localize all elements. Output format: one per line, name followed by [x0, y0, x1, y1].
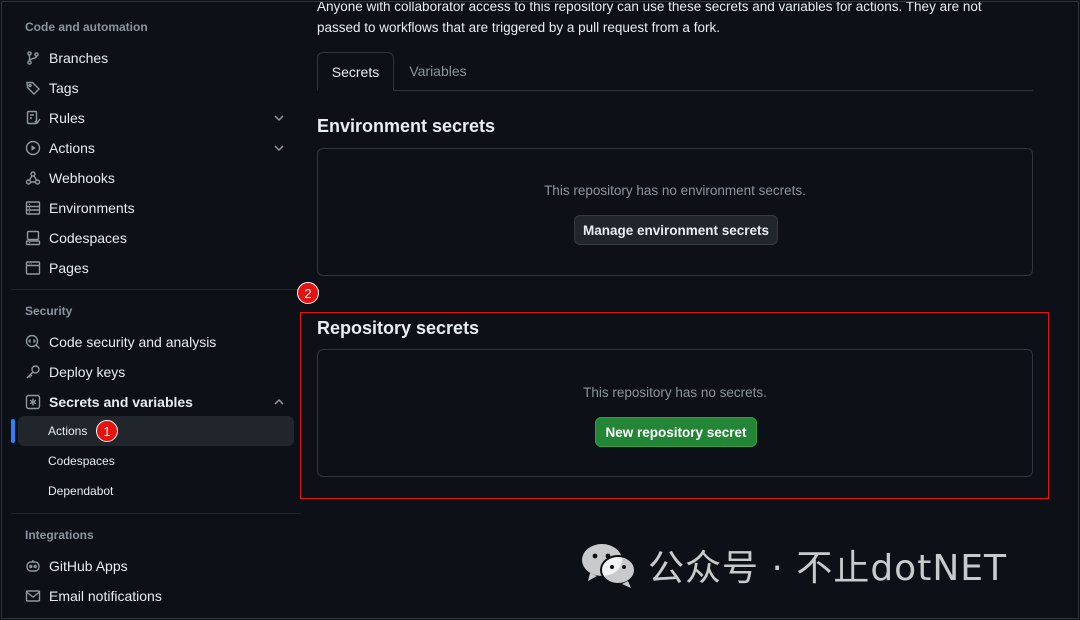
sidebar-item-email-notifications[interactable]: Email notifications — [18, 581, 294, 611]
app-window: Code and automation Branches Tags Rules — [1, 1, 1079, 619]
sidebar-item-label: Rules — [49, 110, 85, 126]
sidebar-subitem-label: Codespaces — [48, 454, 115, 468]
sidebar-item-pages[interactable]: Pages — [18, 253, 294, 283]
webhook-icon — [25, 170, 41, 186]
sidebar-item-code-security[interactable]: Code security and analysis — [18, 327, 294, 357]
active-indicator — [11, 419, 15, 443]
sidebar-item-label: Environments — [49, 200, 135, 216]
sidebar-subitem-actions[interactable]: Actions — [18, 416, 294, 446]
environment-secrets-empty-message: This repository has no environment secre… — [544, 183, 806, 198]
sidebar-subitem-dependabot[interactable]: Dependabot — [18, 476, 294, 506]
wechat-icon — [582, 544, 636, 588]
secrets-tabs: Secrets Variables — [317, 52, 1033, 91]
environment-secrets-box: This repository has no environment secre… — [317, 148, 1033, 276]
section-title-security: Security — [25, 304, 73, 318]
environment-secrets-title: Environment secrets — [317, 116, 496, 136]
sidebar-item-label: Webhooks — [49, 170, 115, 186]
watermark-text: 公众号 · 不止dotNET — [648, 548, 1007, 589]
sidebar-subitem-codespaces[interactable]: Codespaces — [18, 446, 294, 476]
sidebar-item-environments[interactable]: Environments — [18, 193, 294, 223]
chevron-down-icon[interactable] — [272, 111, 286, 125]
new-repository-secret-button[interactable]: New repository secret — [595, 417, 757, 447]
sidebar-subitem-label: Dependabot — [48, 484, 114, 498]
tab-secrets[interactable]: Secrets — [317, 52, 394, 91]
manage-environment-secrets-button[interactable]: Manage environment secrets — [574, 215, 778, 245]
intro-line-2: passed to workflows that are triggered b… — [317, 20, 720, 35]
repository-secrets-title: Repository secrets — [317, 318, 480, 338]
repository-secrets-empty-message: This repository has no secrets. — [583, 385, 767, 400]
codespaces-icon — [25, 230, 41, 246]
sidebar-item-deploy-keys[interactable]: Deploy keys — [18, 357, 294, 387]
sidebar-item-label: Email notifications — [49, 588, 162, 604]
sidebar-item-label: Actions — [49, 140, 95, 156]
rules-icon — [25, 110, 41, 126]
annotation-badge-2: 2 — [297, 282, 319, 304]
section-title-integrations: Integrations — [25, 528, 94, 542]
chevron-up-icon[interactable] — [272, 395, 286, 409]
sidebar-item-label: Codespaces — [49, 230, 127, 246]
browser-icon — [25, 260, 41, 276]
sidebar-item-label: Tags — [49, 80, 79, 96]
sidebar-item-github-apps[interactable]: GitHub Apps — [18, 551, 294, 581]
intro-text: Anyone with collaborator access to this … — [317, 1, 1037, 38]
server-icon — [25, 200, 41, 216]
asterisk-box-icon — [25, 394, 41, 410]
codescan-icon — [25, 334, 41, 350]
sidebar-subitem-label: Actions — [48, 424, 88, 438]
sidebar-item-secrets-variables[interactable]: Secrets and variables — [18, 387, 294, 417]
sidebar-divider — [11, 513, 301, 514]
section-title-code-automation: Code and automation — [25, 20, 148, 34]
mail-icon — [25, 588, 41, 604]
watermark: 公众号 · 不止dotNET — [580, 532, 1007, 598]
sidebar-item-label: Deploy keys — [49, 364, 126, 380]
sidebar-item-actions[interactable]: Actions — [18, 133, 294, 163]
settings-sidebar: Code and automation Branches Tags Rules — [2, 2, 302, 618]
sidebar-item-label: GitHub Apps — [49, 558, 128, 574]
annotation-badge-1: 1 — [96, 420, 118, 442]
repository-secrets-box: This repository has no secrets. New repo… — [317, 349, 1033, 477]
tab-variables[interactable]: Variables — [399, 52, 477, 90]
sidebar-item-label: Secrets and variables — [49, 394, 193, 410]
apps-icon — [25, 558, 41, 574]
tag-icon — [25, 80, 41, 96]
key-icon — [25, 364, 41, 380]
sidebar-item-webhooks[interactable]: Webhooks — [18, 163, 294, 193]
play-circle-icon — [25, 140, 41, 156]
sidebar-item-label: Branches — [49, 50, 109, 66]
intro-line-1: Anyone with collaborator access to this … — [317, 1, 982, 14]
sidebar-item-label: Code security and analysis — [49, 334, 217, 350]
sidebar-item-tags[interactable]: Tags — [18, 73, 294, 103]
chevron-down-icon[interactable] — [272, 141, 286, 155]
sidebar-item-branches[interactable]: Branches — [18, 43, 294, 73]
sidebar-item-codespaces[interactable]: Codespaces — [18, 223, 294, 253]
sidebar-divider — [11, 289, 301, 290]
sidebar-item-rules[interactable]: Rules — [18, 103, 294, 133]
branch-icon — [25, 50, 41, 66]
sidebar-item-label: Pages — [49, 260, 89, 276]
